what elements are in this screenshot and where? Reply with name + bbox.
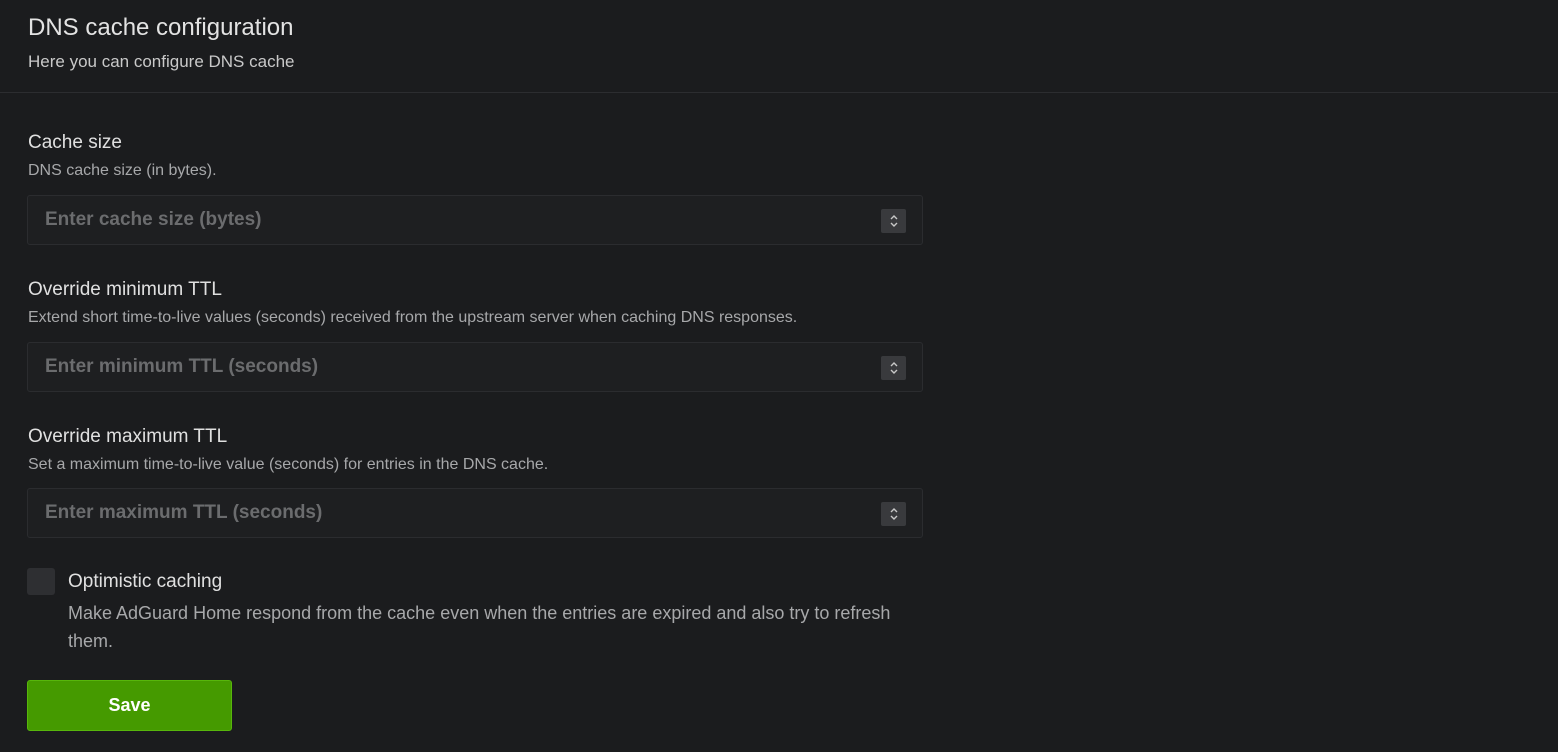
cache-size-stepper[interactable] — [881, 209, 906, 233]
max-ttl-description: Set a maximum time-to-live value (second… — [28, 456, 549, 473]
card-header: DNS cache configuration Here you can con… — [0, 0, 1558, 93]
max-ttl-input[interactable] — [28, 489, 868, 537]
cache-size-description: DNS cache size (in bytes). — [28, 162, 217, 179]
page-subtitle: Here you can configure DNS cache — [28, 52, 295, 71]
dns-cache-card: DNS cache configuration Here you can con… — [0, 0, 1558, 752]
save-button[interactable]: Save — [27, 680, 232, 731]
optimistic-caching-label[interactable]: Optimistic caching — [68, 571, 222, 593]
min-ttl-stepper[interactable] — [881, 356, 906, 380]
chevron-up-down-icon — [890, 362, 897, 374]
min-ttl-label: Override minimum TTL — [28, 279, 222, 300]
min-ttl-field — [27, 342, 923, 392]
cache-size-input[interactable] — [28, 196, 868, 244]
max-ttl-label: Override maximum TTL — [28, 426, 228, 447]
cache-size-label: Cache size — [28, 132, 122, 153]
optimistic-caching-checkbox[interactable] — [27, 568, 55, 595]
optimistic-caching-description: Make AdGuard Home respond from the cache… — [68, 603, 891, 651]
page-title: DNS cache configuration — [28, 14, 294, 41]
min-ttl-description: Extend short time-to-live values (second… — [28, 309, 798, 326]
chevron-up-down-icon — [890, 215, 897, 227]
min-ttl-input[interactable] — [28, 343, 868, 391]
max-ttl-field — [27, 488, 923, 538]
max-ttl-stepper[interactable] — [881, 502, 906, 526]
cache-size-field — [27, 195, 923, 245]
chevron-up-down-icon — [890, 508, 897, 520]
